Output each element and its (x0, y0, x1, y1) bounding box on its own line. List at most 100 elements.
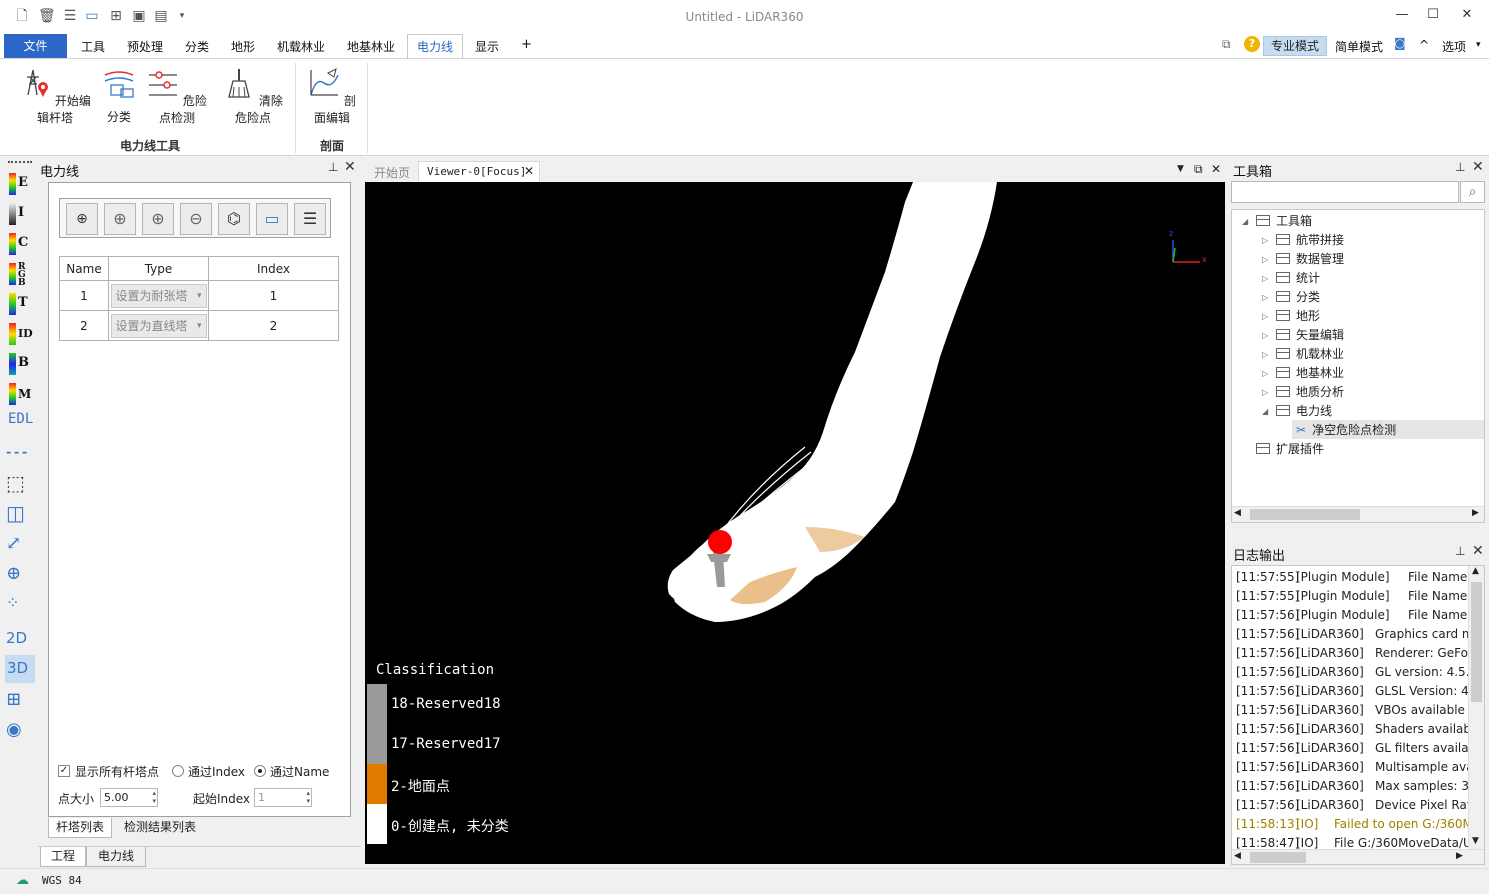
tree-item[interactable]: ▷ 航带拼接 (1262, 231, 1344, 250)
tab-viewer-0[interactable]: Viewer-0[Focus] ✕ (418, 161, 540, 182)
class-color-button[interactable]: C (6, 231, 32, 257)
view-3d-button[interactable]: 3D (5, 655, 35, 683)
help-icon[interactable]: ? (1244, 36, 1260, 52)
edl-button[interactable]: EDL (8, 411, 34, 437)
spin-arrows-icon[interactable]: ▴ ▾ (152, 789, 156, 805)
pin-icon[interactable]: ⊥ (1455, 160, 1465, 174)
tree-root[interactable]: ◢ 工具箱 (1242, 212, 1312, 231)
open-folder-icon[interactable]: ▭ (256, 203, 288, 235)
tab-terrestrial-forestry[interactable]: 地基林业 (347, 38, 395, 55)
export-icon[interactable]: ☰ (294, 203, 326, 235)
point-pick-icon[interactable]: ⁘ (6, 593, 32, 619)
start-index-spinbox[interactable]: 1 ▴ ▾ (254, 788, 312, 807)
tree-item[interactable]: ▷ 数据管理 (1262, 250, 1344, 269)
options-menu[interactable]: 选项 (1442, 38, 1466, 55)
tree-item[interactable]: ◢ 电力线 (1262, 402, 1332, 421)
tree-item[interactable]: ▷ 矢量编辑 (1262, 326, 1344, 345)
clear-danger-button[interactable]: 清除危险点 (221, 67, 285, 126)
rgb-color-button[interactable]: RGB (6, 261, 32, 288)
scroll-thumb[interactable] (1250, 852, 1306, 863)
by-name-radio[interactable] (254, 765, 266, 777)
b-color-button[interactable]: B (6, 351, 32, 377)
by-index-radio[interactable] (172, 765, 184, 777)
danger-detect-button[interactable]: 危险点检测 (145, 67, 209, 126)
show-all-checkbox[interactable]: ✓ (58, 765, 70, 777)
insert-below-icon[interactable]: ⊕ (104, 203, 136, 235)
horizontal-scrollbar[interactable]: ◀ ▶ (1232, 849, 1484, 864)
3d-viewer[interactable]: z x Classification 18-Reserved18 17-Rese… (365, 182, 1225, 864)
collapse-ribbon-icon[interactable]: ^ (1419, 38, 1429, 52)
close-panel-icon[interactable]: ✕ (1472, 159, 1484, 175)
add-tab-button[interactable]: + (521, 37, 532, 52)
close-tab-icon[interactable]: ✕ (524, 164, 534, 178)
intensity-color-button[interactable]: I (6, 201, 32, 227)
search-window-icon[interactable]: ⧉ (1222, 37, 1231, 52)
classify-button[interactable]: 分类 (102, 67, 136, 125)
pin-icon[interactable]: ⊥ (1455, 544, 1465, 558)
horizontal-scrollbar[interactable]: ◀ ▶ (1232, 506, 1484, 522)
tower-name-cell[interactable]: 1 (59, 280, 109, 311)
tree-item[interactable]: ▷ 分类 (1262, 288, 1320, 307)
column-header-name[interactable]: Name (59, 256, 109, 281)
tree-item[interactable]: ▷ 统计 (1262, 269, 1320, 288)
tab-project[interactable]: 工程 (40, 847, 86, 867)
tab-classify[interactable]: 分类 (185, 38, 209, 55)
profile-edit-button[interactable]: 剖面编辑 (305, 67, 359, 126)
zoom-extent-icon[interactable]: ⤢ (6, 533, 32, 559)
table-row[interactable]: 2 设置为直线塔 2 (59, 310, 339, 341)
time-color-button[interactable]: T (6, 291, 32, 317)
tab-preprocess[interactable]: 预处理 (127, 38, 163, 55)
tab-detection-results[interactable]: 检测结果列表 (112, 818, 208, 838)
maximize-icon[interactable]: ☐ (1418, 4, 1448, 26)
tree-item-extensions[interactable]: 扩展插件 (1256, 440, 1324, 459)
tower-index-cell[interactable]: 2 (208, 310, 339, 341)
orbit-icon[interactable]: ⊕ (6, 563, 32, 589)
scroll-left-icon[interactable]: ◀ (1234, 851, 1241, 861)
tab-terrain[interactable]: 地形 (231, 38, 255, 55)
insert-above-icon[interactable]: ⊕ (142, 203, 174, 235)
table-row[interactable]: 1 设置为耐张塔 1 (59, 280, 339, 311)
tab-powerline[interactable]: 电力线 (86, 847, 146, 867)
tree-item[interactable]: ▷ 地形 (1262, 307, 1320, 326)
id-color-button[interactable]: ID (6, 321, 33, 347)
scroll-up-icon[interactable]: ▲ (1472, 566, 1479, 576)
add-tower-icon[interactable]: ⊕ (66, 203, 98, 235)
start-edit-tower-button[interactable]: 开始编辑杆塔 (18, 67, 92, 126)
line-style-icon[interactable]: - - - (6, 445, 32, 471)
tree-subitem-clearance-detect[interactable]: ✂ 净空危险点检测 (1296, 421, 1396, 440)
point-size-spinbox[interactable]: 5.00 ▴ ▾ (100, 788, 158, 807)
tower-name-cell[interactable]: 2 (59, 310, 109, 341)
screenshot-icon[interactable]: ◙ (1394, 36, 1406, 50)
close-panel-icon[interactable]: ✕ (1472, 543, 1484, 559)
column-header-index[interactable]: Index (208, 256, 339, 281)
eye-view-icon[interactable]: ◉ (6, 719, 32, 745)
cube-icon[interactable]: ⬚ (6, 471, 32, 497)
scroll-down-icon[interactable]: ▼ (1472, 836, 1479, 846)
scroll-thumb[interactable] (1471, 582, 1482, 702)
tab-start-page[interactable]: 开始页 (374, 164, 410, 181)
options-dropdown-icon[interactable]: ▾ (1476, 40, 1481, 50)
add-view-icon[interactable]: ⊞ (6, 689, 32, 715)
scroll-right-icon[interactable]: ▶ (1456, 851, 1463, 861)
restore-view-icon[interactable]: ⧉ (1194, 162, 1203, 177)
tab-tools[interactable]: 工具 (81, 38, 105, 55)
box-icon[interactable]: ◫ (6, 501, 32, 527)
close-panel-icon[interactable]: ✕ (344, 159, 356, 175)
close-icon[interactable]: ✕ (1452, 4, 1482, 26)
tower-index-cell[interactable]: 1 (208, 280, 339, 311)
file-menu[interactable]: 文件 (4, 34, 67, 58)
pin-icon[interactable]: ⊥ (328, 160, 338, 174)
tab-airborne-forestry[interactable]: 机载林业 (277, 38, 325, 55)
simple-mode-button[interactable]: 简单模式 (1335, 38, 1383, 55)
tree-item[interactable]: ▷ 地质分析 (1262, 383, 1344, 402)
minimize-icon[interactable]: — (1387, 4, 1417, 26)
tab-list-dropdown-icon[interactable]: ▼ (1177, 164, 1184, 174)
vertical-scrollbar[interactable]: ▲ ▼ (1468, 566, 1484, 850)
log-output[interactable]: [11:57:55] [Plugin Module] File Name: [11:5… (1231, 565, 1485, 865)
tab-display[interactable]: 显示 (475, 38, 499, 55)
edit-tower-icon[interactable]: ⌬ (218, 203, 250, 235)
tree-item[interactable]: ▷ 机载林业 (1262, 345, 1344, 364)
tab-power-line[interactable]: 电力线 (407, 34, 463, 59)
view-2d-button[interactable]: 2D (6, 629, 32, 655)
pro-mode-button[interactable]: 专业模式 (1263, 36, 1327, 56)
